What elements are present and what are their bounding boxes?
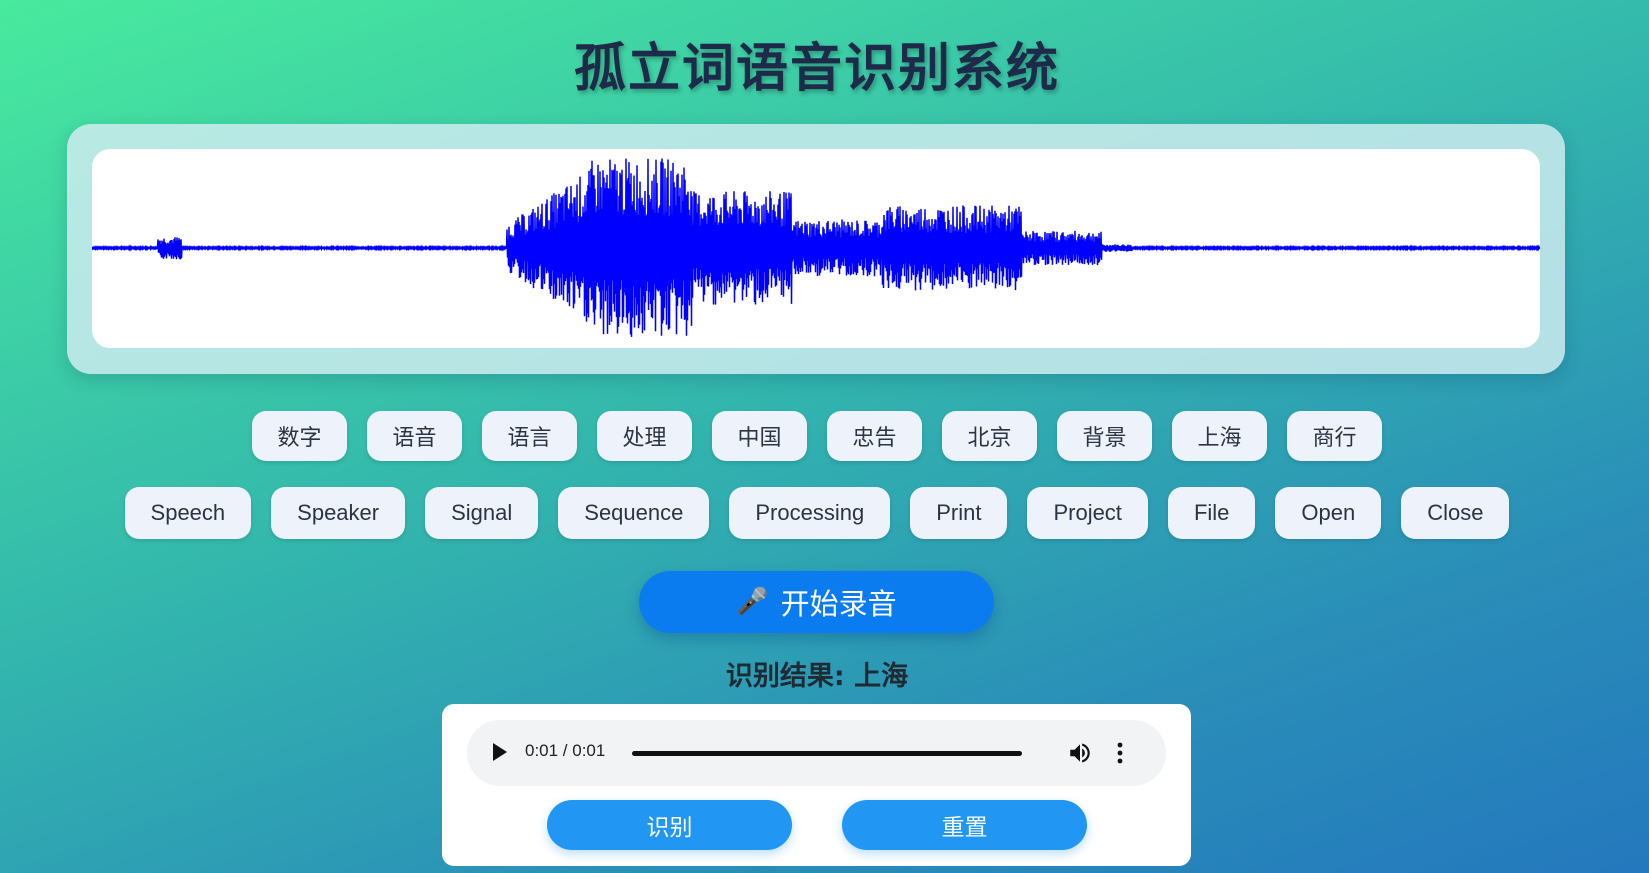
- playback-time: 0:01 / 0:01: [525, 741, 606, 760]
- english-word-buttons: Speech Speaker Signal Sequence Processing Pri…: [0, 487, 1634, 539]
- word-button-cn-5[interactable]: 忠告: [827, 411, 922, 461]
- seek-progress: [632, 751, 1022, 756]
- word-button-en-3[interactable]: Sequence: [558, 487, 710, 539]
- word-button-cn-9[interactable]: 商行: [1287, 411, 1382, 461]
- word-button-cn-4[interactable]: 中国: [712, 411, 807, 461]
- microphone-icon: 🎤: [736, 587, 769, 617]
- playback-panel: 0:01 / 0:01 识别 重置: [442, 704, 1191, 866]
- seek-bar[interactable]: [632, 751, 1022, 756]
- waveform-canvas: [92, 149, 1540, 348]
- word-button-cn-8[interactable]: 上海: [1172, 411, 1267, 461]
- word-button-cn-0[interactable]: 数字: [252, 411, 347, 461]
- page-title: 孤立词语音识别系统: [573, 39, 1060, 99]
- word-button-en-1[interactable]: Speaker: [271, 487, 406, 539]
- waveform-plot: [92, 158, 1540, 337]
- audio-player: 0:01 / 0:01: [467, 720, 1166, 786]
- start-recording-button[interactable]: 🎤 开始录音: [639, 571, 994, 633]
- word-button-en-9[interactable]: Close: [1401, 487, 1510, 539]
- word-button-en-2[interactable]: Signal: [425, 487, 539, 539]
- word-button-cn-6[interactable]: 北京: [942, 411, 1037, 461]
- identify-button[interactable]: 识别: [547, 800, 792, 850]
- word-button-en-7[interactable]: File: [1167, 487, 1256, 539]
- word-button-en-0[interactable]: Speech: [124, 487, 252, 539]
- word-button-en-6[interactable]: Project: [1027, 487, 1148, 539]
- word-button-cn-2[interactable]: 语言: [482, 411, 577, 461]
- word-button-en-8[interactable]: Open: [1275, 487, 1382, 539]
- word-button-en-4[interactable]: Processing: [729, 487, 891, 539]
- word-button-cn-1[interactable]: 语音: [367, 411, 462, 461]
- chinese-word-buttons: 数字 语音 语言 处理 中国 忠告 北京 背景 上海 商行: [0, 411, 1634, 461]
- word-button-en-5[interactable]: Print: [910, 487, 1008, 539]
- play-icon[interactable]: [493, 743, 507, 761]
- word-button-cn-3[interactable]: 处理: [597, 411, 692, 461]
- waveform-trace: [92, 158, 1540, 337]
- word-button-cn-7[interactable]: 背景: [1057, 411, 1152, 461]
- record-label: 开始录音: [780, 587, 897, 621]
- waveform-panel: [67, 124, 1565, 374]
- reset-button[interactable]: 重置: [842, 800, 1087, 850]
- more-options-icon[interactable]: [1115, 740, 1125, 766]
- volume-icon[interactable]: [1067, 740, 1093, 766]
- recognition-result: 识别结果: 上海: [725, 661, 909, 692]
